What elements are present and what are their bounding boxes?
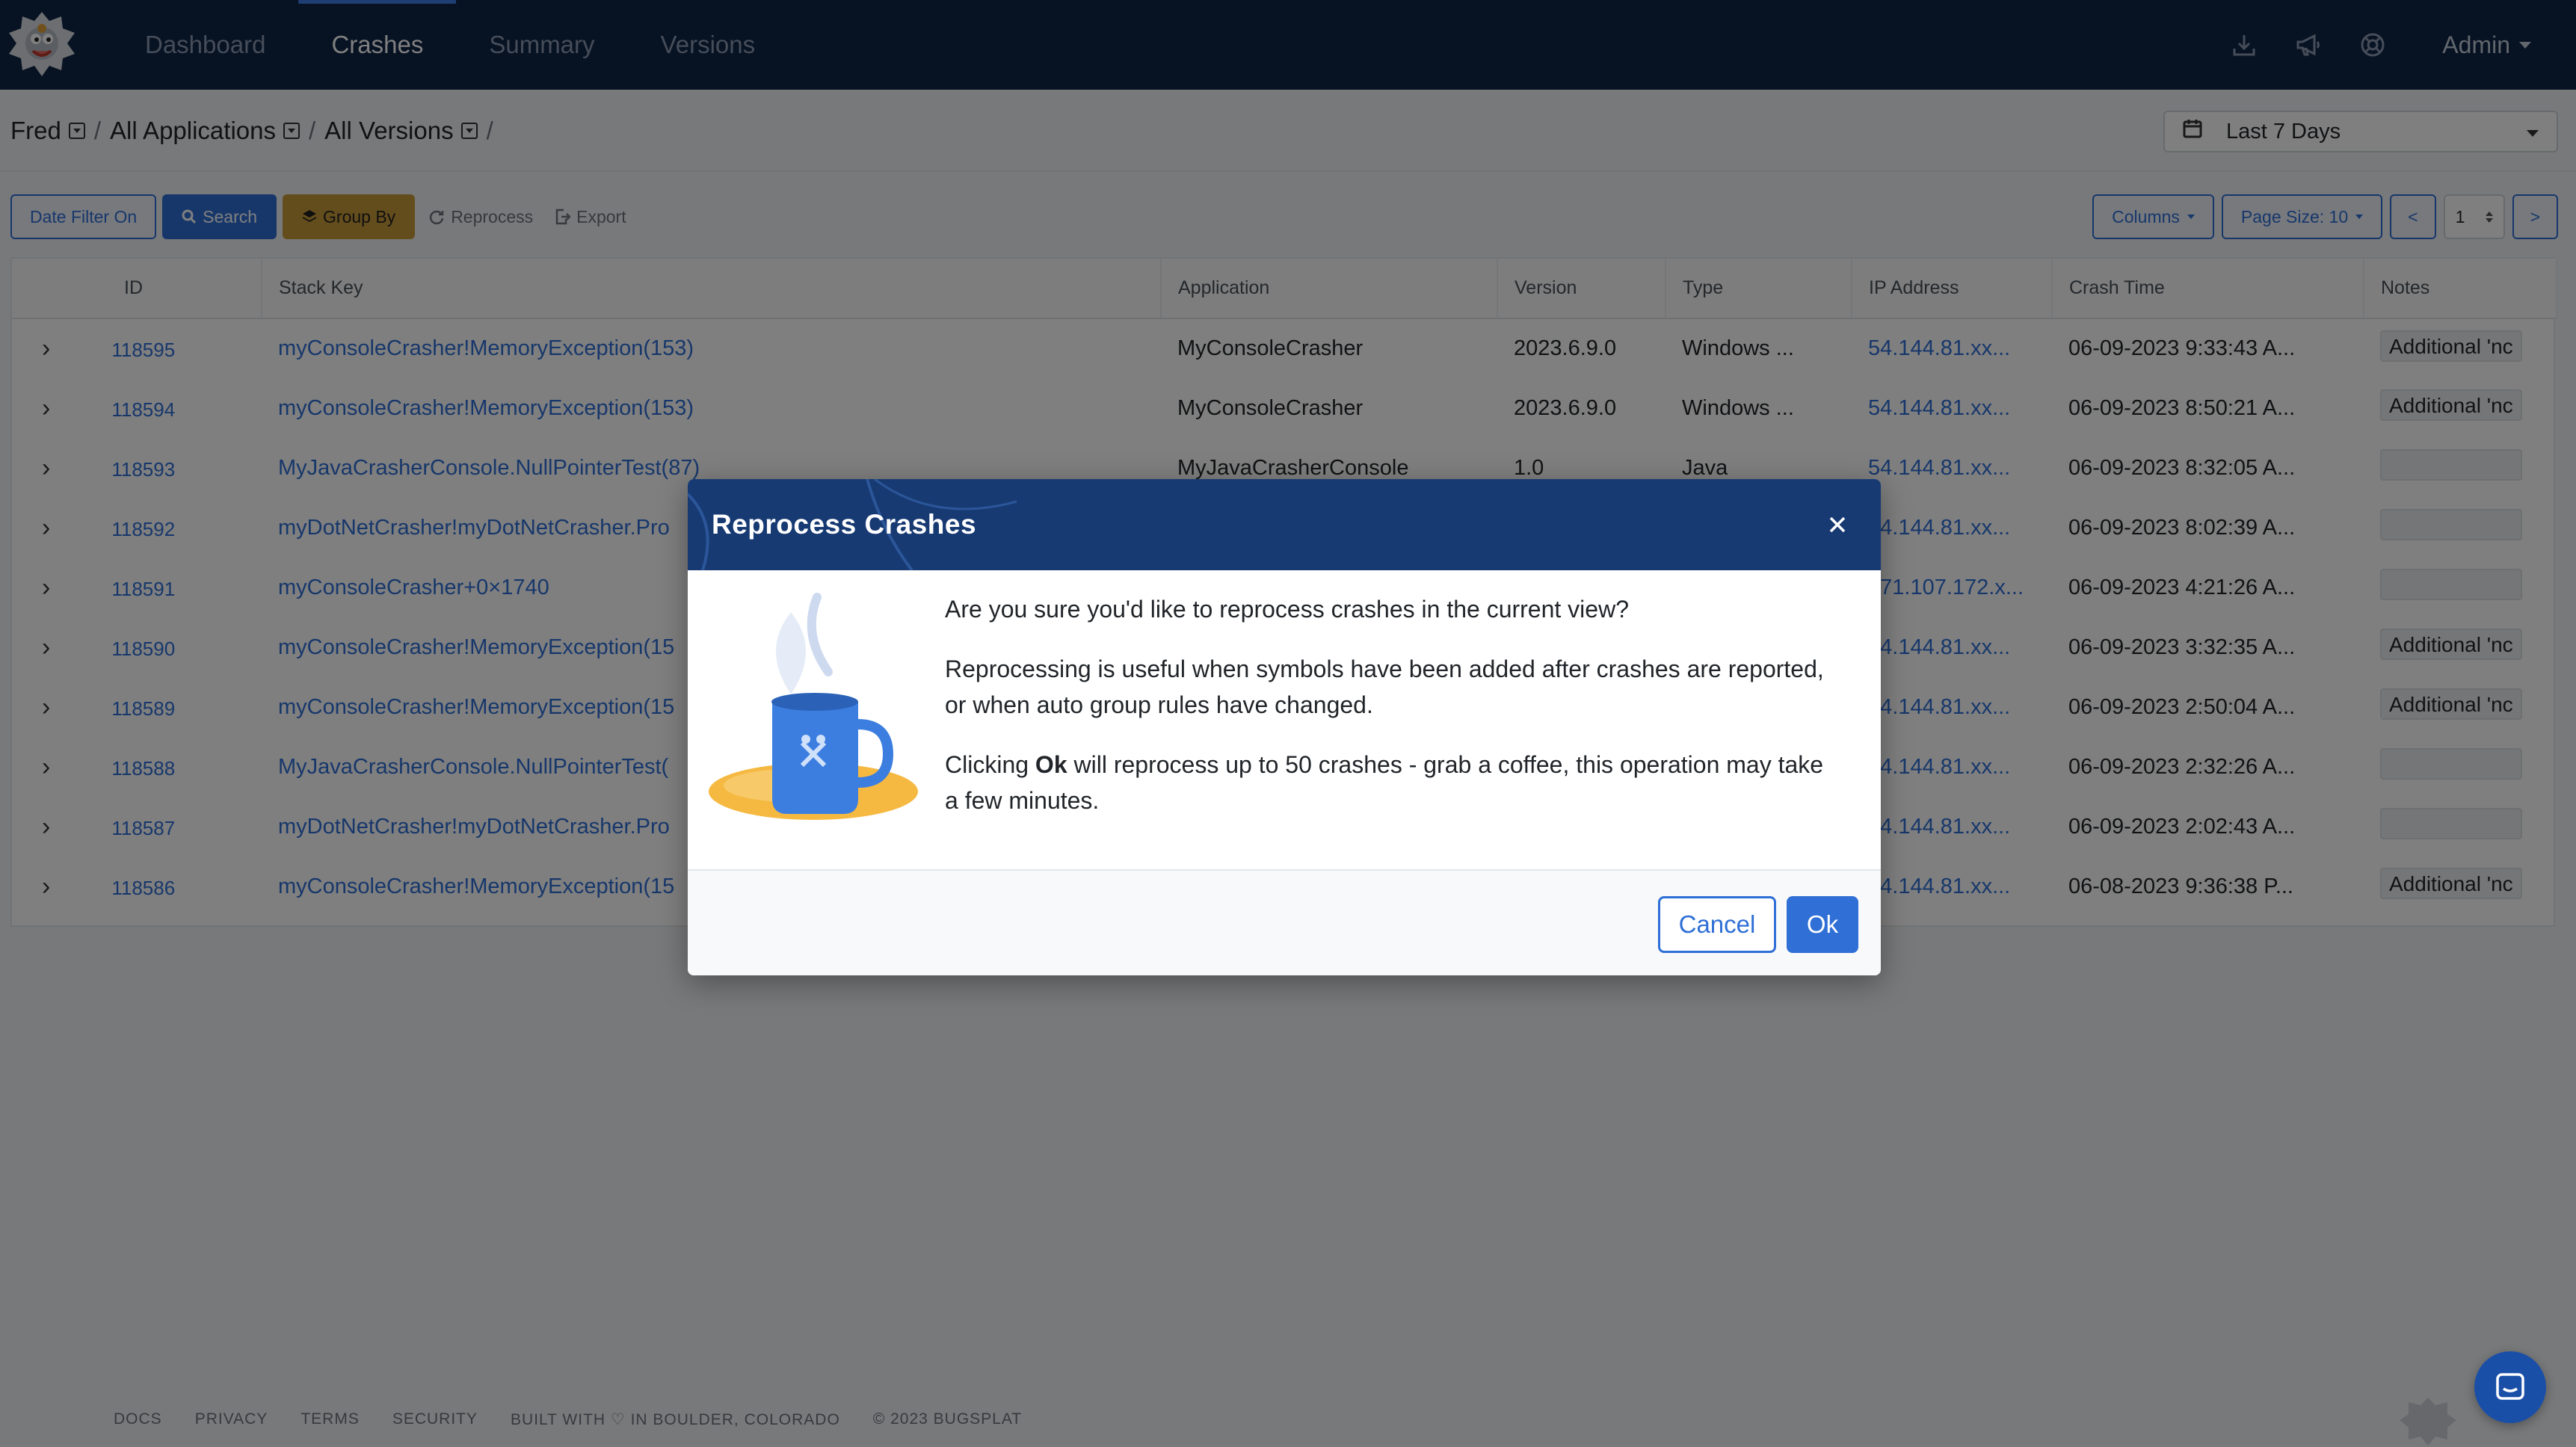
coffee-mug-illustration xyxy=(709,593,918,820)
chat-launcher-button[interactable] xyxy=(2474,1351,2546,1423)
modal-title: Reprocess Crashes xyxy=(712,509,977,540)
modal-header: Reprocess Crashes xyxy=(688,479,1881,570)
cancel-button[interactable]: Cancel xyxy=(1658,896,1776,953)
modal-message: Are you sure you'd like to reprocess cra… xyxy=(945,591,1842,842)
reprocess-modal: Reprocess Crashes Are you sure you'd lik… xyxy=(688,479,1881,975)
modal-body: Are you sure you'd like to reprocess cra… xyxy=(688,570,1881,869)
ok-button[interactable]: Ok xyxy=(1787,896,1858,953)
chat-icon xyxy=(2496,1373,2524,1400)
modal-footer: Cancel Ok xyxy=(688,869,1881,975)
modal-warning-suffix: will reprocess up to 50 crashes - grab a… xyxy=(945,751,1824,814)
modal-warning-prefix: Clicking xyxy=(945,751,1035,778)
modal-warning-ok: Ok xyxy=(1035,751,1067,778)
modal-explanation: Reprocessing is useful when symbols have… xyxy=(945,655,1824,718)
modal-question: Are you sure you'd like to reprocess cra… xyxy=(945,596,1629,623)
modal-warning: Clicking Ok will reprocess up to 50 cras… xyxy=(945,747,1842,818)
close-icon[interactable] xyxy=(1822,510,1852,540)
